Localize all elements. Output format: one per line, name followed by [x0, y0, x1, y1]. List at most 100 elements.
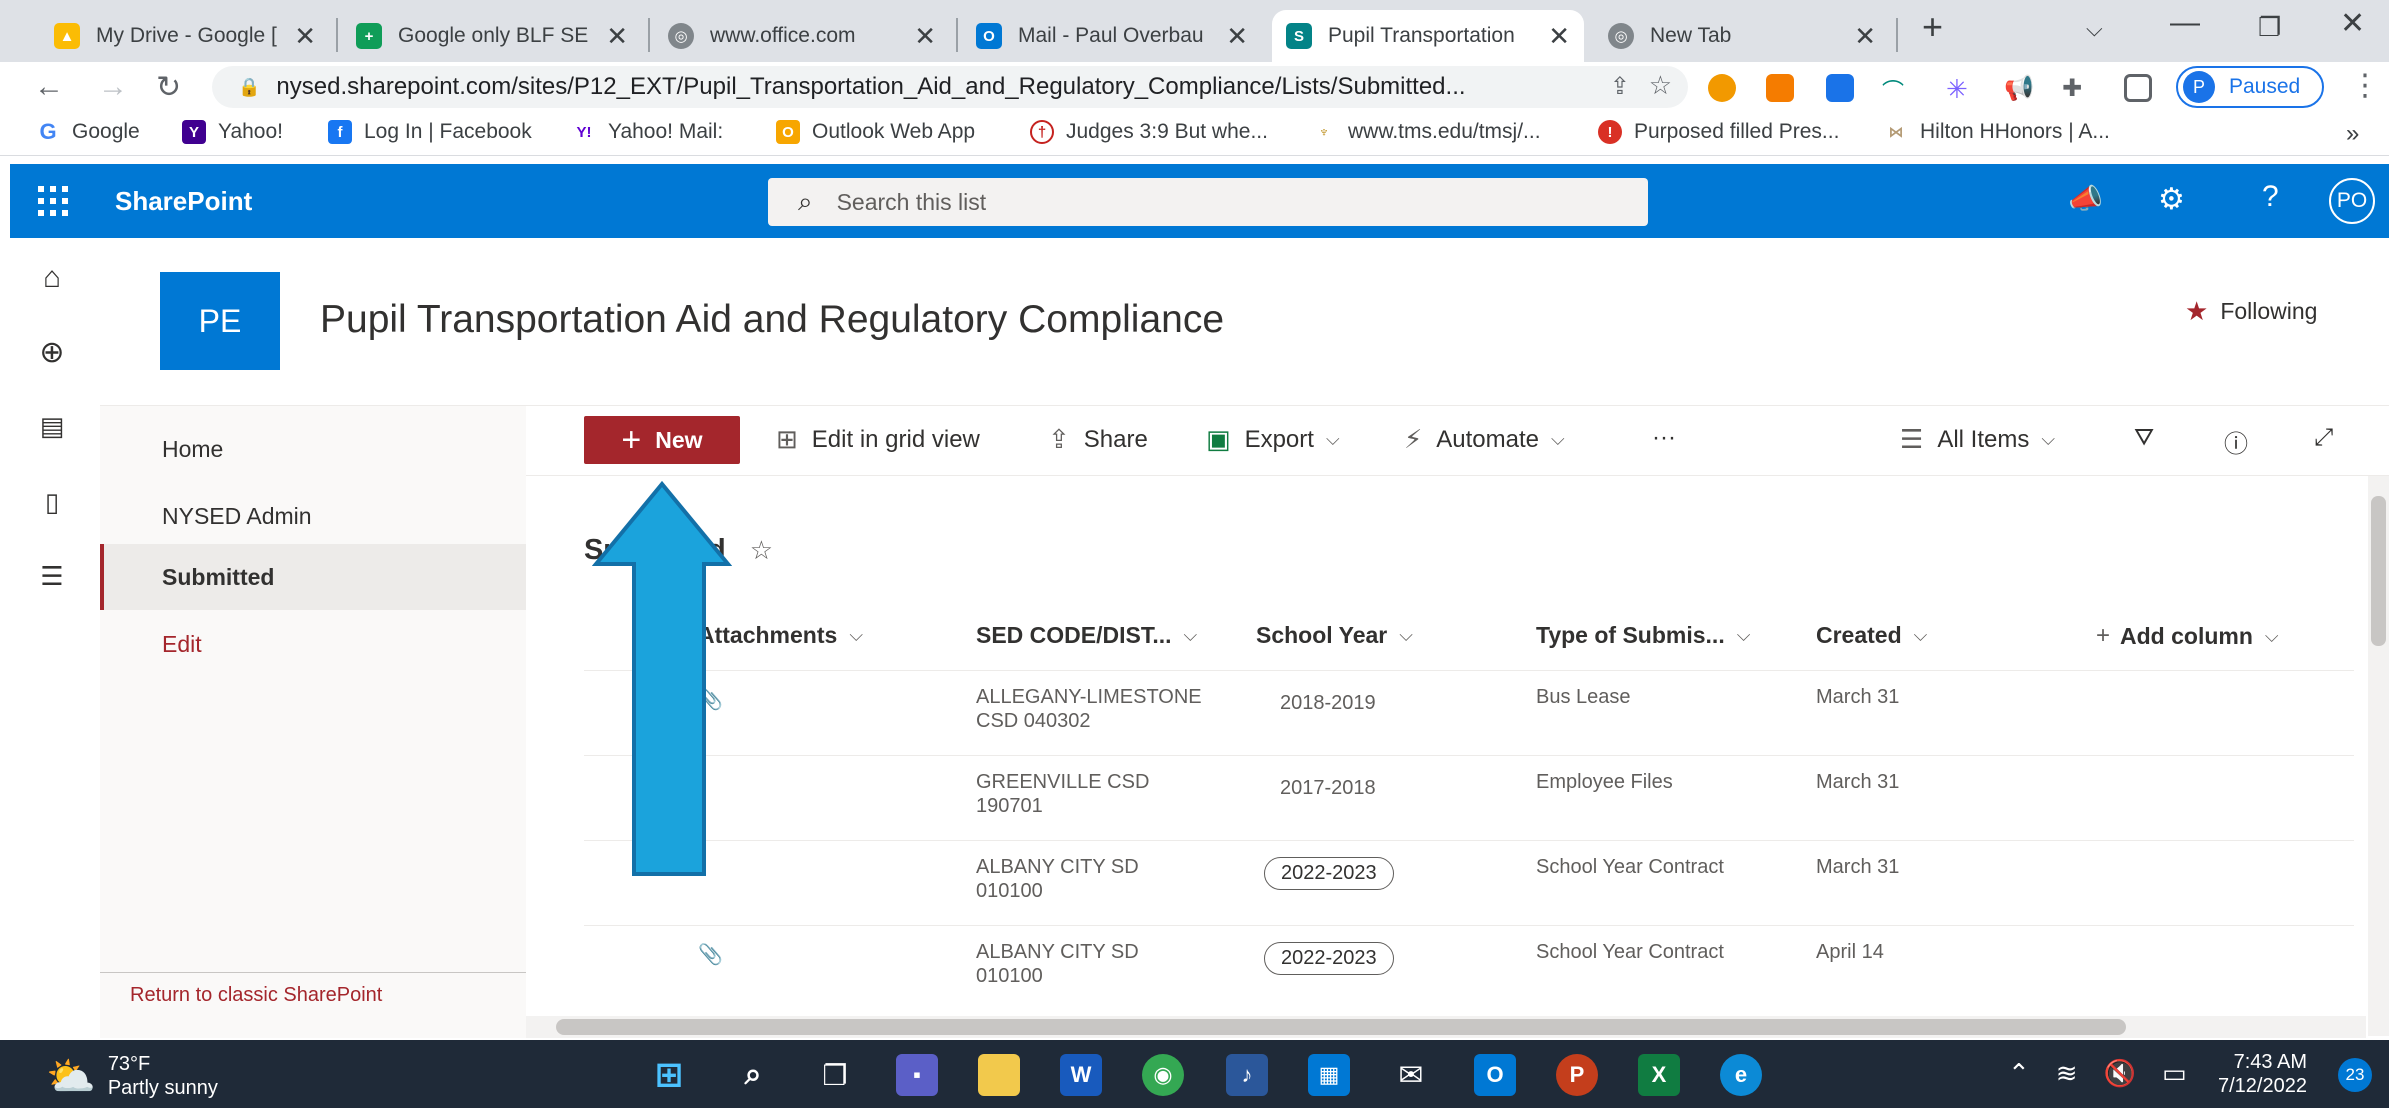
search-list-input[interactable]: ⌕ Search this list	[768, 178, 1648, 226]
bookmark-judges[interactable]: † Judges 3:9 But whe...	[1030, 120, 1268, 144]
more-commands-button[interactable]: ···	[1652, 424, 1676, 452]
nav-edit-link[interactable]: Edit	[100, 611, 526, 677]
site-title[interactable]: Pupil Transportation Aid and Regulatory …	[320, 298, 1224, 342]
reload-icon[interactable]: ↻	[156, 70, 181, 105]
tab-new-tab[interactable]: ◎ New Tab ✕	[1594, 10, 1890, 62]
home-icon[interactable]: ⌂	[34, 260, 70, 296]
sharepoint-brand[interactable]: SharePoint	[115, 186, 252, 217]
powerpoint-icon[interactable]: P	[1556, 1054, 1598, 1096]
column-header-created[interactable]: Created ⌵	[1816, 622, 1927, 649]
nav-item-submitted[interactable]: Submitted	[100, 544, 526, 610]
close-tab-icon[interactable]: ✕	[1226, 21, 1248, 52]
tab-pupil-transportation[interactable]: S Pupil Transportation ✕	[1272, 10, 1584, 62]
teams-chat-icon[interactable]: ▪	[896, 1054, 938, 1096]
bookmark-hilton[interactable]: ⋈ Hilton HHonors | A...	[1884, 120, 2110, 144]
following-button[interactable]: ★ Following	[2185, 296, 2317, 327]
nav-item-nysed-admin[interactable]: NYSED Admin	[100, 483, 526, 549]
extensions-puzzle-icon[interactable]: ✚	[2062, 74, 2090, 102]
snowflake-extension-icon[interactable]: ✳	[1946, 74, 1974, 104]
minimize-icon[interactable]: —	[2170, 6, 2200, 40]
expand-icon[interactable]: ⤢	[2314, 424, 2333, 452]
help-icon[interactable]: ?	[2262, 180, 2279, 214]
megaphone-extension-icon[interactable]: 📢	[2004, 74, 2034, 102]
battery-icon[interactable]: ▭	[2162, 1058, 2187, 1089]
app-icon[interactable]: ♪	[1226, 1054, 1268, 1096]
back-arrow-icon[interactable]: ←	[34, 70, 64, 104]
news-icon[interactable]: ▤	[34, 408, 70, 444]
microsoft-store-icon[interactable]: ▦	[1308, 1054, 1350, 1096]
share-button[interactable]: ⇪ Share	[1048, 424, 1148, 455]
globe-sites-icon[interactable]: ⊕	[34, 334, 70, 370]
share-page-icon[interactable]: ⇪	[1610, 72, 1630, 101]
bookmark-yahoo-mail[interactable]: Y! Yahoo! Mail:	[572, 120, 724, 144]
tab-office[interactable]: ◎ www.office.com ✕	[654, 10, 950, 62]
tab-google-sheets[interactable]: + Google only BLF SE ✕	[342, 10, 642, 62]
wifi-icon[interactable]: ≋	[2056, 1058, 2078, 1089]
chrome-icon[interactable]: ◉	[1142, 1054, 1184, 1096]
close-tab-icon[interactable]: ✕	[914, 21, 936, 52]
chevron-up-icon[interactable]: ⌃	[2008, 1058, 2030, 1089]
screen-capture-extension-icon[interactable]	[1826, 74, 1854, 102]
outlook-icon[interactable]: O	[1474, 1054, 1516, 1096]
view-switcher-button[interactable]: ☰ All Items ⌵	[1900, 424, 2055, 455]
automate-button[interactable]: ⚡ Automate ⌵	[1404, 424, 1565, 455]
tab-mail[interactable]: O Mail - Paul Overbau ✕	[962, 10, 1262, 62]
extension-badge-icon[interactable]	[1708, 74, 1736, 102]
return-to-classic-link[interactable]: Return to classic SharePoint	[130, 984, 382, 1007]
profile-paused-button[interactable]: P Paused	[2176, 66, 2324, 108]
favorite-star-icon[interactable]: ☆	[750, 535, 773, 566]
bookmark-outlook-web-app[interactable]: O Outlook Web App	[776, 120, 975, 144]
edge-icon[interactable]: e	[1720, 1054, 1762, 1096]
task-view-icon[interactable]: ❐	[814, 1054, 856, 1096]
window-close-icon[interactable]: ✕	[2340, 6, 2365, 41]
search-icon[interactable]: ⌕	[732, 1054, 774, 1096]
bookmark-google[interactable]: G Google	[36, 119, 139, 144]
settings-gear-icon[interactable]: ⚙	[2158, 182, 2185, 217]
scrollbar-thumb[interactable]	[556, 1019, 2126, 1035]
export-button[interactable]: ▣ Export ⌵	[1206, 424, 1340, 455]
system-clock[interactable]: 7:43 AM 7/12/2022	[2218, 1050, 2307, 1098]
mail-icon[interactable]: ✉	[1390, 1054, 1432, 1096]
close-tab-icon[interactable]: ✕	[294, 21, 316, 52]
table-row[interactable]: 📎 ALLEGANY-LIMESTONE CSD 040302 2018-201…	[584, 670, 2354, 754]
add-column-button[interactable]: + Add column ⌵	[2096, 622, 2279, 650]
horizontal-scrollbar[interactable]	[526, 1016, 2366, 1038]
info-icon[interactable]: ⓘ	[2224, 424, 2248, 459]
windows-start-icon[interactable]: ⊞	[648, 1054, 690, 1096]
url-field[interactable]: 🔒 nysed.sharepoint.com/sites/P12_EXT/Pup…	[212, 66, 1688, 108]
column-header-sed-code[interactable]: SED CODE/DIST... ⌵	[976, 622, 1197, 649]
forward-arrow-icon[interactable]: →	[98, 70, 128, 104]
volume-muted-icon[interactable]: 🔇	[2104, 1058, 2136, 1089]
tab-search-chevron-icon[interactable]: ⌵	[2086, 16, 2103, 42]
document-icon[interactable]: ▯	[34, 484, 70, 520]
nav-item-home[interactable]: Home	[100, 416, 526, 482]
close-tab-icon[interactable]: ✕	[606, 21, 628, 52]
site-logo[interactable]: PE	[160, 272, 280, 370]
column-header-school-year[interactable]: School Year ⌵	[1256, 622, 1413, 649]
excel-icon[interactable]: X	[1638, 1054, 1680, 1096]
more-bookmarks-icon[interactable]: »	[2346, 120, 2359, 148]
account-avatar[interactable]: PO	[2329, 178, 2375, 224]
arc-extension-icon[interactable]: ⌒	[1882, 74, 1910, 104]
filter-icon[interactable]: ⛛	[2134, 424, 2154, 452]
amazon-assistant-icon[interactable]	[1766, 74, 1794, 102]
browser-menu-icon[interactable]: ⋮	[2350, 68, 2380, 103]
table-row[interactable]: GREENVILLE CSD 190701 2017-2018 Employee…	[584, 755, 2354, 839]
bookmark-facebook[interactable]: f Log In | Facebook	[328, 120, 532, 144]
new-tab-plus-icon[interactable]: +	[1922, 6, 1943, 48]
edit-grid-view-button[interactable]: ⊞ Edit in grid view	[776, 424, 980, 455]
tab-my-drive[interactable]: ▲ My Drive - Google [ ✕	[40, 10, 330, 62]
lists-icon[interactable]: ☰	[34, 558, 70, 594]
table-row[interactable]: ALBANY CITY SD 010100 2022-2023 School Y…	[584, 840, 2354, 924]
restore-icon[interactable]: ❐	[2258, 12, 2281, 43]
weather-widget[interactable]: ⛅ 73°F Partly sunny	[46, 1052, 218, 1100]
table-row[interactable]: 📎 ALBANY CITY SD 010100 2022-2023 School…	[584, 925, 2354, 1009]
bookmark-tms[interactable]: ♆ www.tms.edu/tmsj/...	[1312, 120, 1540, 144]
bookmark-purposed[interactable]: ! Purposed filled Pres...	[1598, 120, 1839, 144]
bookmark-yahoo[interactable]: Y Yahoo!	[182, 120, 283, 144]
new-item-button[interactable]: + New	[584, 416, 740, 464]
app-launcher-icon[interactable]	[38, 186, 68, 216]
side-panel-icon[interactable]	[2124, 74, 2152, 102]
vertical-scrollbar[interactable]	[2368, 476, 2389, 1036]
file-explorer-icon[interactable]	[978, 1054, 1020, 1096]
